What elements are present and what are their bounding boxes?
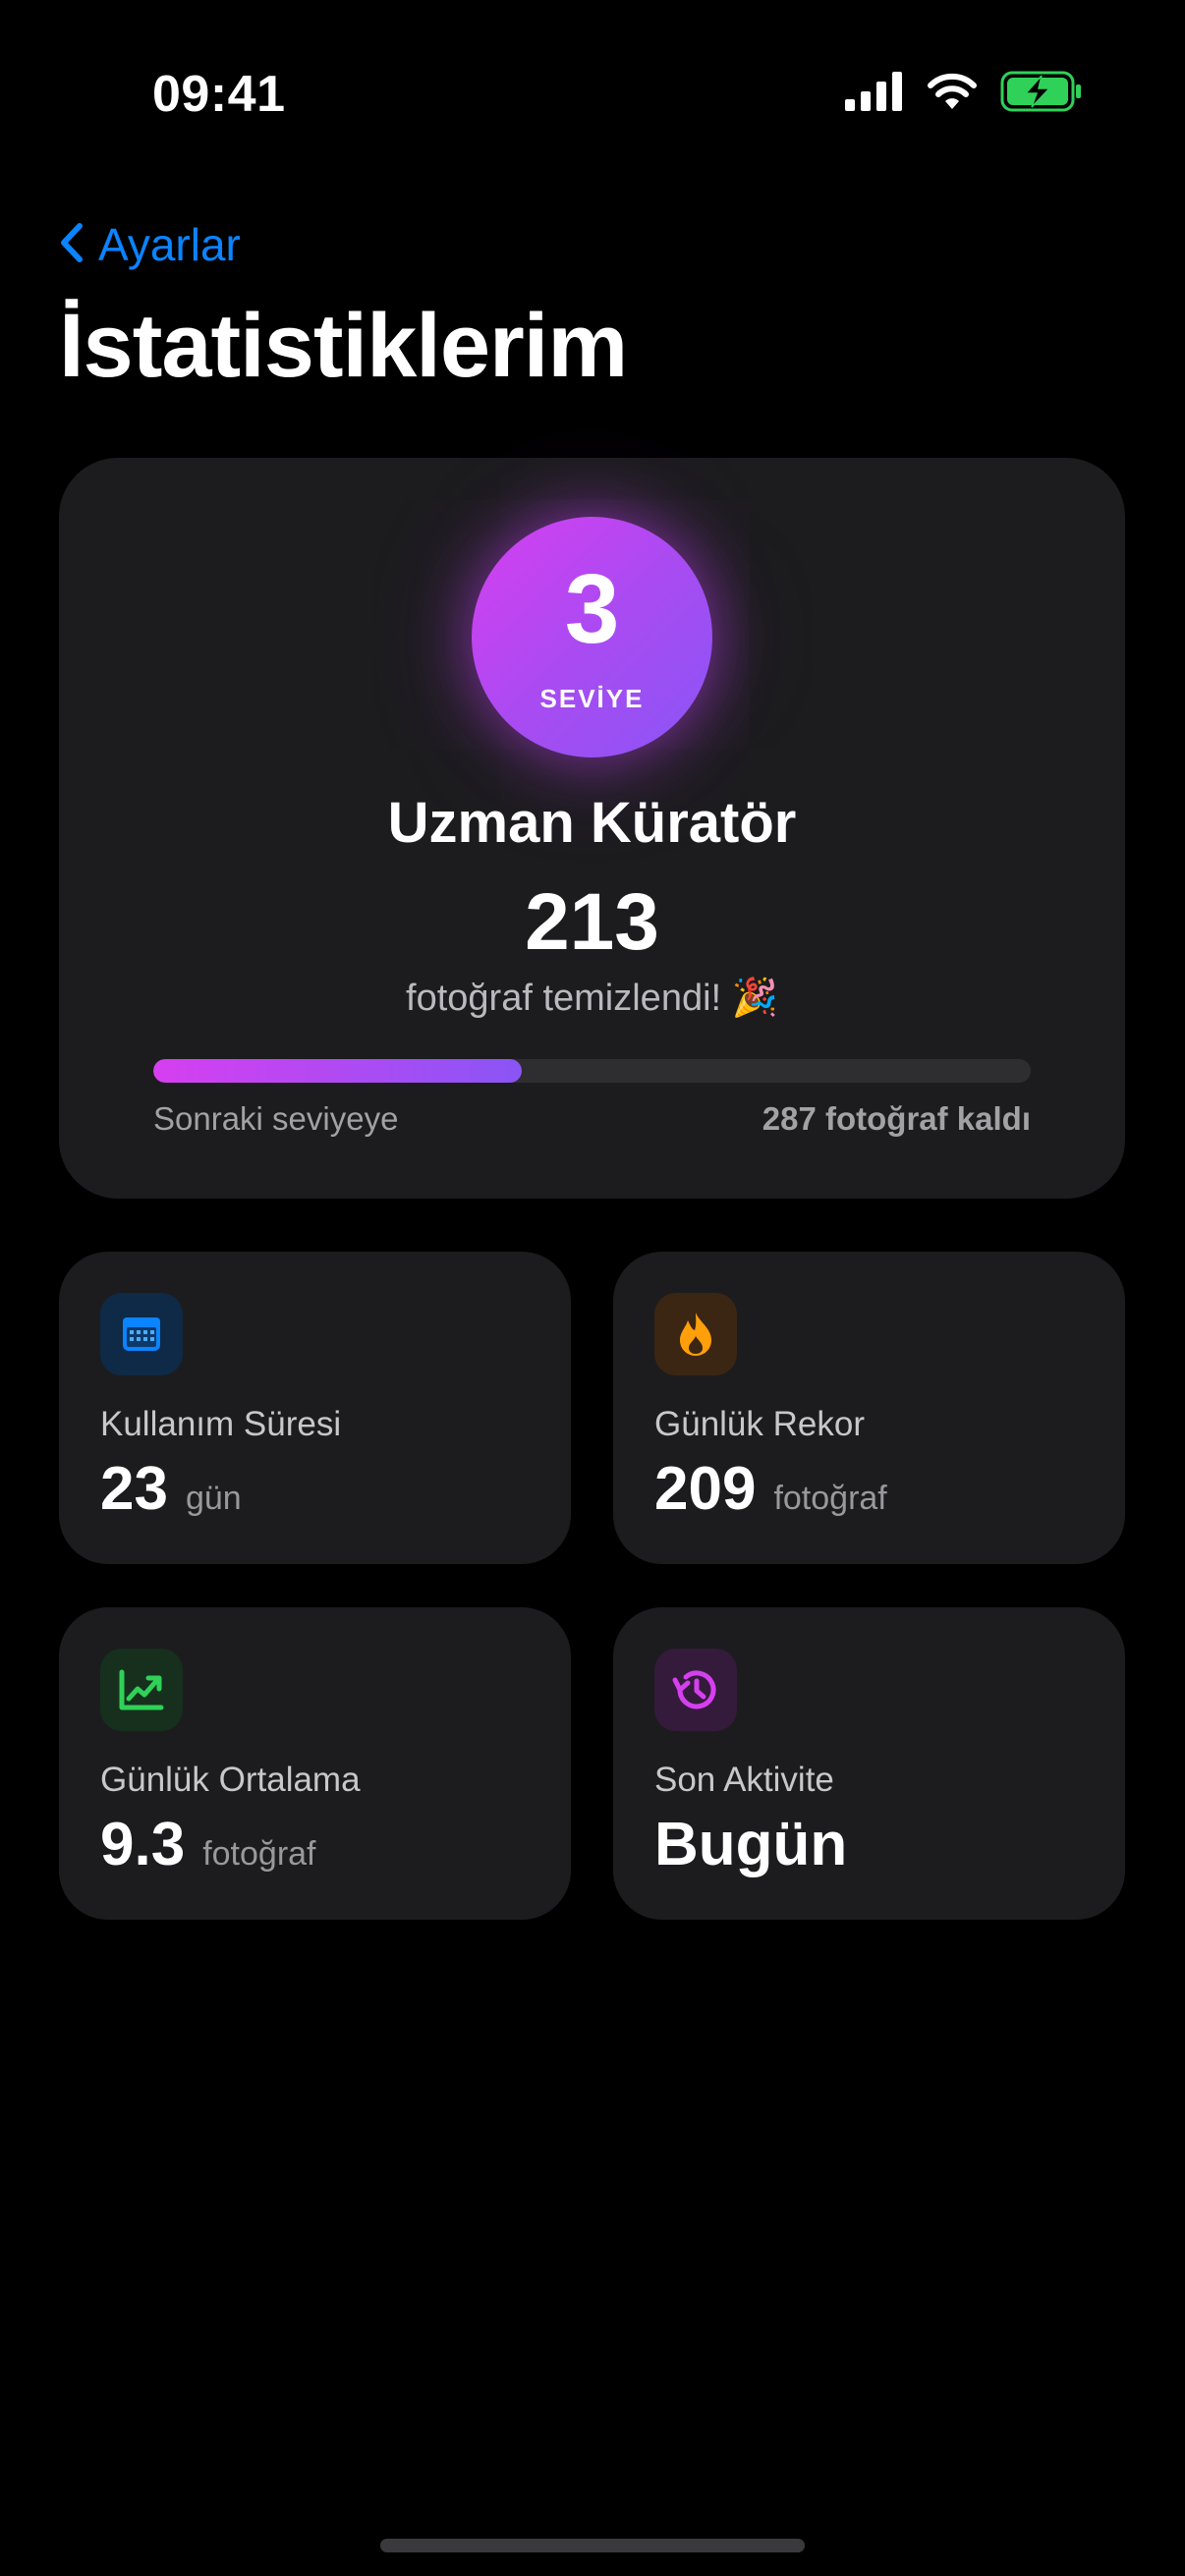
back-button[interactable]: Ayarlar	[59, 218, 241, 271]
cellular-signal-icon	[845, 72, 904, 111]
tile-unit: fotoğraf	[202, 1835, 316, 1873]
tile-value: 9.3	[100, 1811, 186, 1878]
flame-icon-container	[654, 1293, 737, 1375]
wifi-icon	[926, 72, 979, 111]
history-clock-icon	[672, 1670, 716, 1709]
level-card: 3 SEVİYE Uzman Küratör 213 fotoğraf temi…	[59, 458, 1125, 1199]
tile-value: Bugün	[654, 1811, 848, 1878]
flame-icon	[680, 1313, 711, 1356]
tile-value-row: 209 fotoğraf	[654, 1454, 887, 1524]
cleaned-text: fotoğraf temizlendi! 🎉	[406, 978, 778, 1019]
stat-tile-last-activity: Son Aktivite Bugün	[613, 1607, 1125, 1920]
tile-value-row: Bugün	[654, 1810, 865, 1879]
calendar-icon-container	[100, 1293, 183, 1375]
level-badge: 3 SEVİYE	[472, 517, 712, 757]
progress-left-label: Sonraki seviyeye	[153, 1100, 399, 1137]
stat-tile-daily-average: Günlük Ortalama 9.3 fotoğraf	[59, 1607, 571, 1920]
cleaned-count: 213	[525, 877, 659, 967]
stat-tile-usage-duration: Kullanım Süresi 23 gün	[59, 1252, 571, 1564]
battery-charging-icon	[1000, 71, 1083, 112]
tile-value-row: 23 gün	[100, 1454, 242, 1524]
tile-label: Günlük Ortalama	[100, 1761, 361, 1799]
page-title: İstatistiklerim	[59, 296, 628, 396]
tile-value-row: 9.3 fotoğraf	[100, 1810, 316, 1879]
tile-unit: gün	[185, 1480, 242, 1517]
history-clock-icon-container	[654, 1649, 737, 1731]
status-time: 09:41	[152, 66, 286, 123]
rank-title: Uzman Küratör	[387, 791, 797, 855]
level-progress-bar	[153, 1059, 1031, 1083]
tile-value: 209	[654, 1455, 757, 1523]
tile-label: Son Aktivite	[654, 1761, 834, 1799]
back-label: Ayarlar	[98, 219, 241, 270]
tile-value: 23	[100, 1455, 168, 1523]
level-caption: SEVİYE	[539, 684, 645, 713]
level-number: 3	[564, 554, 620, 664]
tile-label: Günlük Rekor	[654, 1405, 865, 1443]
calendar-icon	[123, 1317, 160, 1351]
stat-tile-daily-record: Günlük Rekor 209 fotoğraf	[613, 1252, 1125, 1564]
trend-up-chart-icon	[119, 1669, 164, 1710]
home-indicator[interactable]	[380, 2539, 805, 2552]
level-progress-fill	[153, 1059, 523, 1083]
chevron-left-icon	[59, 222, 85, 268]
progress-remaining-label: 287 fotoğraf kaldı	[762, 1100, 1031, 1137]
trend-up-chart-icon-container	[100, 1649, 183, 1731]
status-icons	[845, 71, 1083, 112]
tile-label: Kullanım Süresi	[100, 1405, 342, 1443]
tile-unit: fotoğraf	[773, 1480, 887, 1517]
